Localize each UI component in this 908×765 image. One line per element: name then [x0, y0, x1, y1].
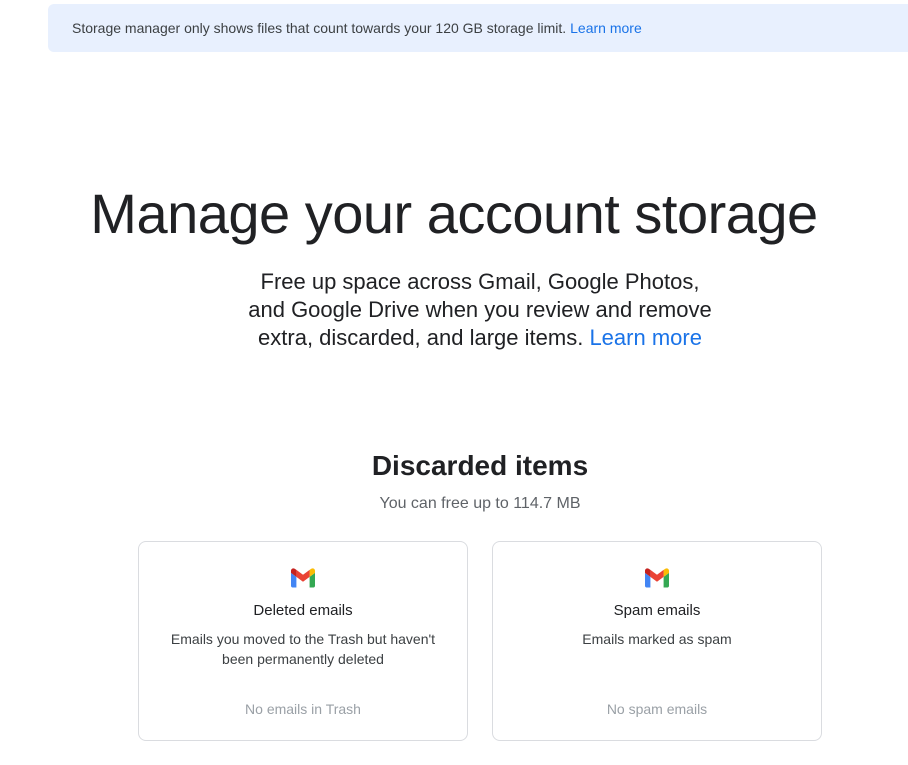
subtitle-line-3: extra, discarded, and large items. [258, 325, 584, 350]
page-title: Manage your account storage [90, 182, 818, 245]
storage-info-banner: Storage manager only shows files that co… [48, 4, 908, 52]
subtitle-line-2: and Google Drive when you review and rem… [248, 297, 712, 322]
page-subtitle: Free up space across Gmail, Google Photo… [240, 268, 720, 352]
card-description: Emails you moved to the Trash but haven'… [170, 631, 436, 667]
spam-emails-card[interactable]: Spam emails Emails marked as spam No spa… [492, 541, 822, 741]
discarded-items-subtitle: You can free up to 114.7 MB [379, 495, 581, 512]
card-description: Emails marked as spam [582, 631, 732, 647]
card-status: No emails in Trash [245, 701, 361, 717]
subtitle-line-1: Free up space across Gmail, Google Photo… [260, 269, 700, 294]
card-title: Deleted emails [253, 602, 353, 619]
banner-learn-more-link[interactable]: Learn more [570, 20, 642, 36]
banner-text: Storage manager only shows files that co… [72, 20, 567, 36]
gmail-icon [645, 568, 669, 588]
card-title: Spam emails [613, 602, 701, 619]
discarded-items-title: Discarded items [371, 450, 589, 481]
deleted-emails-card[interactable]: Deleted emails Emails you moved to the T… [138, 541, 468, 741]
gmail-icon [291, 568, 315, 588]
hero-learn-more-link[interactable]: Learn more [589, 325, 702, 350]
card-status: No spam emails [606, 701, 708, 717]
